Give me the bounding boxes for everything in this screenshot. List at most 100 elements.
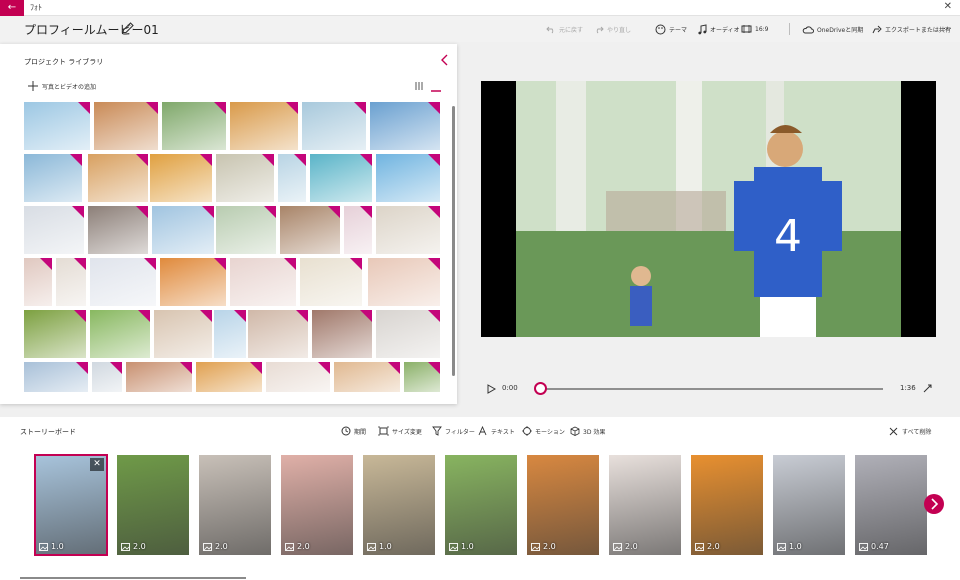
export-button[interactable]: エクスポートまたは共有	[872, 22, 951, 36]
back-button[interactable]: ←	[0, 0, 24, 16]
library-thumbnail[interactable]	[278, 154, 306, 202]
library-thumbnail[interactable]	[248, 310, 308, 358]
storyboard-card[interactable]: 1.0	[363, 455, 435, 555]
list-view-icon[interactable]	[430, 81, 442, 93]
library-thumbnail[interactable]	[92, 362, 122, 392]
more-options-button[interactable]: ...	[943, 20, 952, 34]
text-button[interactable]: テキスト	[478, 425, 515, 437]
library-thumbnail[interactable]	[376, 310, 440, 358]
library-thumbnail[interactable]	[230, 258, 296, 306]
library-thumbnail[interactable]	[56, 258, 86, 306]
library-thumbnail[interactable]	[334, 362, 400, 392]
library-thumbnail[interactable]	[90, 310, 150, 358]
library-thumbnail[interactable]	[312, 310, 372, 358]
clip-duration-value: 2.0	[297, 542, 310, 551]
project-library-panel: プロジェクト ライブラリ 写真とビデオの追加	[0, 44, 457, 404]
seek-handle[interactable]	[534, 382, 547, 395]
storyboard-card[interactable]: 2.0	[281, 455, 353, 555]
library-thumbnail[interactable]	[90, 258, 156, 306]
clip-duration-value: 2.0	[543, 542, 556, 551]
aspect-ratio-button[interactable]: 16:9	[741, 22, 768, 36]
clip-duration: 2.0	[531, 542, 556, 551]
filters-button[interactable]: フィルター	[432, 425, 475, 437]
library-thumbnail[interactable]	[88, 154, 148, 202]
library-thumbnail[interactable]	[94, 102, 158, 150]
redo-button[interactable]: やり直し	[594, 22, 631, 36]
storyboard-card[interactable]: 2.0	[609, 455, 681, 555]
used-in-project-flag	[146, 102, 158, 114]
toolbar-divider	[789, 23, 790, 35]
library-thumbnail[interactable]	[370, 102, 440, 150]
library-thumbnail[interactable]	[376, 206, 440, 254]
library-thumbnail[interactable]	[300, 258, 362, 306]
library-thumbnail[interactable]	[24, 362, 88, 392]
clip-duration: 1.0	[39, 542, 64, 551]
library-thumbnail[interactable]	[214, 310, 246, 358]
library-thumbnail[interactable]	[266, 362, 330, 392]
resize-button[interactable]: サイズ変更	[378, 425, 422, 437]
play-icon[interactable]	[487, 384, 496, 394]
library-thumbnail[interactable]	[344, 206, 372, 254]
library-thumbnail[interactable]	[216, 154, 274, 202]
library-thumbnail[interactable]	[24, 102, 90, 150]
clip-duration-value: 2.0	[133, 542, 146, 551]
library-thumbnail[interactable]	[24, 206, 84, 254]
library-thumbnail[interactable]	[24, 258, 52, 306]
redo-icon	[596, 26, 604, 34]
storyboard-card[interactable]: 2.0	[527, 455, 599, 555]
storyboard-panel: ストーリーボード 期間 サイズ変更 フィルター テキスト モーション 3D 効果…	[0, 417, 960, 580]
export-label: エクスポートまたは共有	[885, 26, 951, 34]
library-thumbnail[interactable]	[230, 102, 298, 150]
storyboard-card[interactable]: 2.0	[691, 455, 763, 555]
theme-button[interactable]: テーマ	[655, 22, 687, 36]
storyboard-card[interactable]: 1.0 ✕	[34, 454, 108, 556]
storyboard-card[interactable]: 2.0	[117, 455, 189, 555]
duration-button[interactable]: 期間	[341, 425, 366, 437]
pencil-icon[interactable]	[121, 21, 135, 35]
library-thumbnail[interactable]	[310, 154, 372, 202]
used-in-project-flag	[70, 154, 82, 166]
delete-all-button[interactable]: すべて削除	[889, 425, 931, 437]
undo-button[interactable]: 元に戻す	[546, 22, 583, 36]
used-in-project-flag	[74, 310, 86, 322]
library-thumbnail[interactable]	[302, 102, 366, 150]
add-photos-videos-button[interactable]: 写真とビデオの追加	[28, 80, 96, 92]
storyboard-card[interactable]: 2.0	[199, 455, 271, 555]
window-close-button[interactable]: ✕	[944, 1, 952, 12]
library-thumbnail[interactable]	[160, 258, 226, 306]
library-thumbnail[interactable]	[162, 102, 226, 150]
library-thumbnail[interactable]	[152, 206, 214, 254]
storyboard-card[interactable]: 1.0	[445, 455, 517, 555]
grid-view-icon[interactable]	[414, 81, 424, 91]
storyboard-card[interactable]: 1.0	[773, 455, 845, 555]
onedrive-sync-button[interactable]: OneDriveと同期	[802, 22, 863, 36]
library-thumbnail[interactable]	[216, 206, 276, 254]
library-scrollbar[interactable]	[452, 106, 455, 376]
library-thumbnail[interactable]	[150, 154, 212, 202]
remove-clip-button[interactable]: ✕	[90, 458, 104, 471]
storyboard-card[interactable]: 0.47	[855, 455, 927, 555]
project-title[interactable]: プロフィールムービー01	[24, 21, 159, 38]
3d-effects-button[interactable]: 3D 効果	[570, 425, 605, 437]
used-in-project-flag	[360, 206, 372, 218]
scroll-right-button[interactable]	[924, 494, 944, 514]
audio-button[interactable]: オーディオ	[697, 22, 740, 36]
library-thumbnail[interactable]	[24, 310, 86, 358]
library-thumbnail[interactable]	[404, 362, 440, 392]
library-thumbnail[interactable]	[88, 206, 148, 254]
library-thumbnail[interactable]	[376, 154, 440, 202]
motion-button[interactable]: モーション	[522, 425, 565, 437]
used-in-project-flag	[428, 310, 440, 322]
chevron-left-icon[interactable]	[440, 54, 450, 66]
library-thumbnail[interactable]	[280, 206, 340, 254]
library-thumbnail[interactable]	[368, 258, 440, 306]
library-thumbnail[interactable]	[126, 362, 192, 392]
3d-effects-label: 3D 効果	[583, 428, 606, 436]
library-thumbnail[interactable]	[196, 362, 262, 392]
library-thumbnail[interactable]	[24, 154, 82, 202]
used-in-project-flag	[428, 206, 440, 218]
storyboard-scrollbar[interactable]	[20, 577, 246, 579]
seek-track[interactable]	[543, 388, 883, 390]
library-thumbnail[interactable]	[154, 310, 212, 358]
fullscreen-icon[interactable]	[923, 384, 932, 393]
